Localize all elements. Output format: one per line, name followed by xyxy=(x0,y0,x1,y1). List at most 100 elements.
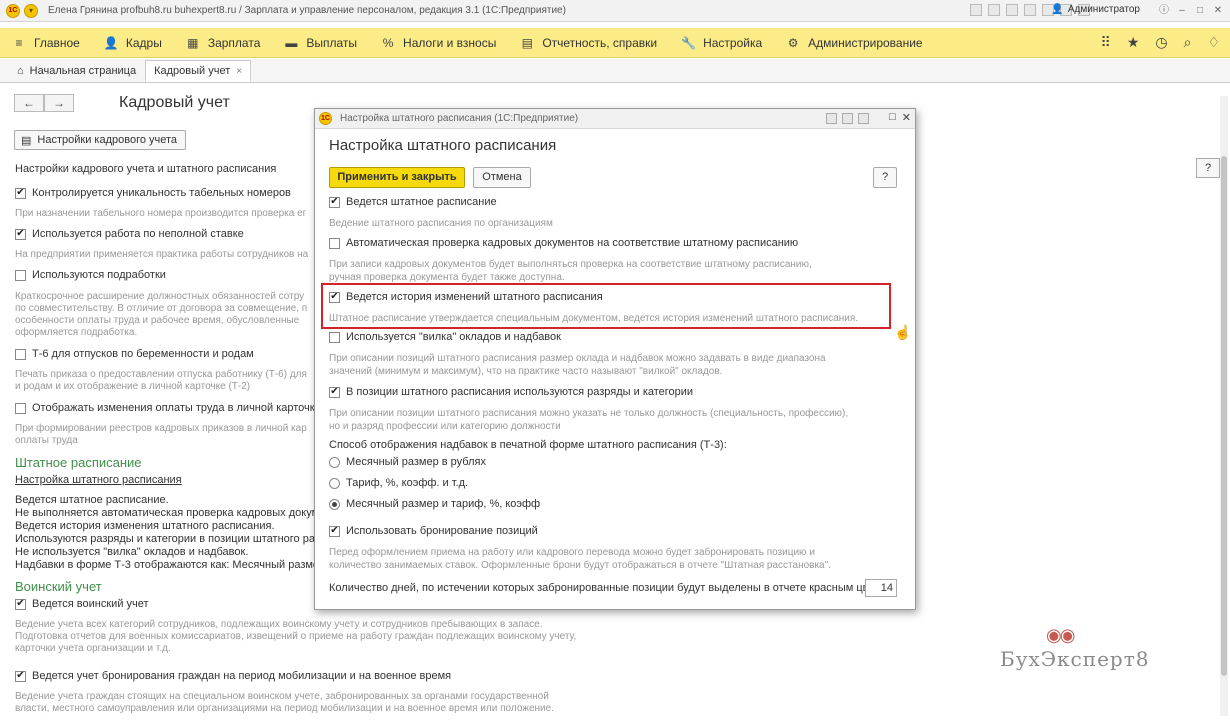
menu-item-salary[interactable]: ▦ Зарплата xyxy=(174,36,273,50)
person-icon: 👤 xyxy=(103,35,119,50)
checkbox-unchecked[interactable] xyxy=(329,237,340,249)
help-button[interactable]: ? xyxy=(1196,158,1220,178)
link-staff-settings[interactable]: Настройка штатного расписания xyxy=(15,474,182,486)
note: Ведение штатного расписания по организац… xyxy=(329,218,553,229)
radio-monthly-tariff[interactable]: Месячный размер и тариф, %, коэфф xyxy=(329,498,540,510)
window-menu-icon[interactable]: ▾ xyxy=(24,3,38,18)
checkbox-checked[interactable]: ✔ xyxy=(15,598,26,610)
staff-summary: Используются разряды и категории в позиц… xyxy=(15,533,333,545)
star-icon[interactable]: ★ xyxy=(1127,34,1140,51)
radio-off[interactable] xyxy=(329,456,340,468)
checkbox-checked[interactable]: ✔ xyxy=(15,228,26,240)
opt-t6[interactable]: Т-6 для отпусков по беременности и родам xyxy=(15,348,254,360)
checkbox-checked[interactable]: ✔ xyxy=(15,187,26,199)
checkbox-unchecked[interactable] xyxy=(329,331,340,343)
toolbar-icon[interactable] xyxy=(988,4,1000,16)
close-icon[interactable]: ✕ xyxy=(902,111,911,124)
settings-button[interactable]: ▤ Настройки кадрового учета xyxy=(14,130,187,150)
menu-tools: ⠿ ★ ◷ ⌕ ♢ xyxy=(1101,34,1220,51)
note: При назначении табельного номера произво… xyxy=(15,208,307,219)
apply-close-button[interactable]: Применить и закрыть xyxy=(329,167,465,188)
menu-label: Кадры xyxy=(125,35,162,50)
menu-label: Отчетность, справки xyxy=(542,35,658,50)
menu-item-admin[interactable]: ⚙ Администрирование xyxy=(774,36,934,50)
radio-off[interactable] xyxy=(329,477,340,489)
close-icon[interactable]: ✕ xyxy=(1210,3,1226,18)
opt-pay-changes[interactable]: Отображать изменения оплаты труда в личн… xyxy=(15,402,334,414)
bell-icon[interactable]: ♢ xyxy=(1207,34,1220,51)
days-input[interactable]: 14 xyxy=(865,579,897,597)
toolbar-icon[interactable] xyxy=(1024,4,1036,16)
minimize-icon[interactable]: – xyxy=(1174,3,1190,18)
current-user[interactable]: 👤 Администратор xyxy=(1051,4,1140,15)
table-icon[interactable] xyxy=(842,113,853,124)
checkbox-checked[interactable]: ✔ xyxy=(329,196,340,208)
tab-home[interactable]: ⌂ Начальная страница xyxy=(8,60,145,82)
help-button[interactable]: ? xyxy=(873,167,897,188)
opt-side-jobs[interactable]: Используются подработки xyxy=(15,269,166,281)
history-icon[interactable]: ◷ xyxy=(1155,34,1167,51)
menu-item-main[interactable]: ≡ Главное xyxy=(0,36,92,50)
dialog-titlebar: 1С Настройка штатного расписания (1С:Пре… xyxy=(315,109,915,129)
checkbox-unchecked[interactable] xyxy=(15,269,26,281)
checkbox-checked[interactable]: ✔ xyxy=(329,291,340,303)
close-icon[interactable]: × xyxy=(236,66,242,77)
opt-military[interactable]: ✔ Ведется воинский учет xyxy=(15,598,149,610)
report-icon: ▤ xyxy=(521,35,533,50)
opt-unique-numbers[interactable]: ✔ Контролируется уникальность табельных н… xyxy=(15,187,291,199)
menu-label: Выплаты xyxy=(306,35,358,50)
cb-history[interactable]: ✔ Ведется история изменений штатного расп… xyxy=(329,291,603,303)
checkbox-checked[interactable]: ✔ xyxy=(15,670,26,682)
link-icon[interactable] xyxy=(826,113,837,124)
menu-item-taxes[interactable]: % Налоги и взносы xyxy=(369,36,508,50)
back-button[interactable]: ← xyxy=(14,94,44,112)
search-icon[interactable]: ⌕ xyxy=(1184,34,1192,51)
forward-button[interactable]: → xyxy=(44,94,74,112)
dialog-window-controls: □ ✕ xyxy=(889,111,911,124)
note: Ведение учета всех категорий сотрудников… xyxy=(15,619,543,630)
staff-summary: Не используется "вилка" окладов и надбав… xyxy=(15,546,249,558)
tab-personnel[interactable]: Кадровый учет × xyxy=(145,60,252,82)
menu-item-settings[interactable]: 🔧 Настройка xyxy=(669,36,774,50)
calendar-icon[interactable] xyxy=(858,113,869,124)
radio-monthly-rub[interactable]: Месячный размер в рублях xyxy=(329,456,486,468)
cb-booking[interactable]: ✔ Использовать бронирование позиций xyxy=(329,525,538,537)
checkbox-checked[interactable]: ✔ xyxy=(329,386,340,398)
maximize-icon[interactable]: □ xyxy=(1192,3,1208,18)
cb-grades[interactable]: ✔ В позиции штатного расписания использую… xyxy=(329,386,693,398)
note: особенности оплаты труда и рабочее время… xyxy=(15,315,300,326)
staff-summary: Надбавки в форме Т-3 отображаются как: М… xyxy=(15,559,335,571)
toolbar-icon[interactable] xyxy=(1006,4,1018,16)
scrollbar-thumb[interactable] xyxy=(1221,156,1227,676)
staff-summary: Не выполняется автоматическая проверка к… xyxy=(15,507,337,519)
grid-icon[interactable]: ⠿ xyxy=(1101,34,1111,51)
menu-item-payments[interactable]: ▬ Выплаты xyxy=(272,36,369,50)
section-staff-schedule: Штатное расписание xyxy=(15,455,142,470)
opt-part-time[interactable]: ✔ Используется работа по неполной ставке xyxy=(15,228,244,240)
cb-auto-check[interactable]: Автоматическая проверка кадровых докумен… xyxy=(329,237,798,249)
cb-staff-schedule[interactable]: ✔ Ведется штатное расписание xyxy=(329,196,497,208)
note: При записи кадровых документов будет вып… xyxy=(329,259,812,270)
maximize-icon[interactable]: □ xyxy=(889,111,896,124)
checkbox-checked[interactable]: ✔ xyxy=(329,525,340,537)
cb-salary-fork[interactable]: Используется "вилка" окладов и надбавок xyxy=(329,331,561,343)
note: карточки учета организации и т.д. xyxy=(15,643,171,654)
page-scrollbar[interactable] xyxy=(1220,96,1228,716)
note: На предприятии применяется практика рабо… xyxy=(15,249,309,260)
menu-label: Настройка xyxy=(703,35,763,50)
checkbox-unchecked[interactable] xyxy=(15,348,26,360)
note: значений (минимум и максимум), что на пр… xyxy=(329,366,723,377)
checkbox-label: Ведется учет бронирования граждан на пер… xyxy=(32,670,452,682)
menu-item-personnel[interactable]: 👤 Кадры xyxy=(92,36,174,50)
info-icon[interactable]: ⓘ xyxy=(1156,3,1172,18)
opt-reservation[interactable]: ✔ Ведется учет бронирования граждан на пе… xyxy=(15,670,451,682)
radio-on[interactable] xyxy=(329,498,340,510)
dialog-heading: Настройка штатного расписания xyxy=(329,137,557,154)
menu-item-reports[interactable]: ▤ Отчетность, справки xyxy=(508,36,669,50)
toolbar-icon[interactable] xyxy=(970,4,982,16)
checkbox-unchecked[interactable] xyxy=(15,402,26,414)
1c-logo-icon: 1С xyxy=(319,112,332,125)
radio-tariff[interactable]: Тариф, %, коэфф. и т.д. xyxy=(329,477,468,489)
cancel-button[interactable]: Отмена xyxy=(473,167,531,188)
note: При формировании реестров кадровых прика… xyxy=(15,423,307,434)
